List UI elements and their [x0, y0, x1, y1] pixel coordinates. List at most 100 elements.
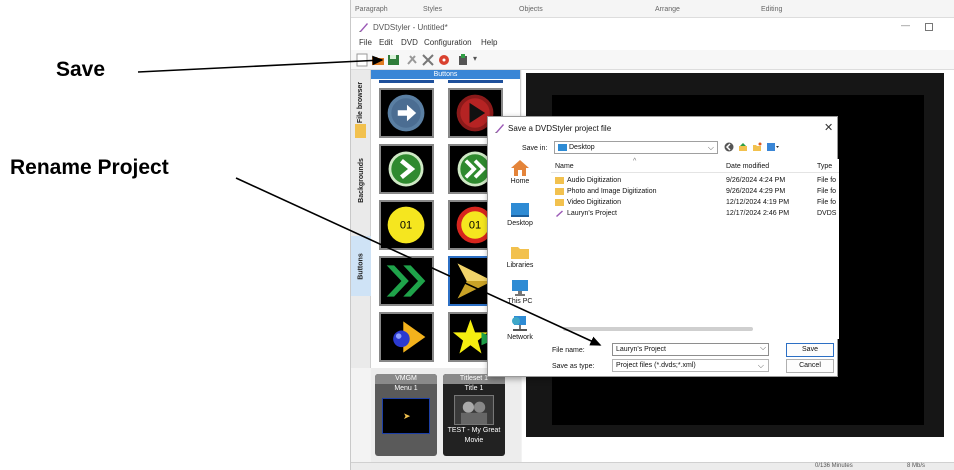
- place-this-pc[interactable]: This PC: [492, 279, 548, 305]
- status-minutes: 0/136 Minutes: [815, 463, 853, 469]
- folder-icon: [555, 199, 564, 206]
- save-in-dropdown[interactable]: Desktop ⌵: [554, 141, 718, 154]
- file-name-label: File name:: [552, 347, 585, 354]
- tab-file-browser[interactable]: File browser: [351, 72, 371, 132]
- settings-icon[interactable]: [405, 53, 419, 67]
- titleset-card[interactable]: Titleset 1 Title 1 TEST - My Great Movie: [443, 374, 505, 456]
- desktop-icon: [511, 203, 529, 217]
- file-name-input[interactable]: [612, 343, 769, 356]
- libraries-icon: [511, 247, 529, 259]
- menu1-thumbnail: ➤: [382, 398, 430, 434]
- button-thumb-01-yellow[interactable]: 01: [379, 200, 434, 250]
- status-rate: 8 Mb/s: [907, 463, 926, 469]
- add-file-dropdown-icon[interactable]: ▾: [473, 54, 477, 63]
- toolbar: ▾: [351, 50, 954, 70]
- movie-caption-line2: Movie: [464, 437, 484, 444]
- file-row[interactable]: Audio Digitization 9/26/2024 4:24 PM Fil…: [551, 176, 839, 186]
- button-thumb-double-chevron-green[interactable]: [379, 256, 434, 306]
- rename-project-callout-label: Rename Project: [10, 156, 169, 179]
- burn-icon[interactable]: [437, 53, 451, 67]
- title1-label: Title 1: [464, 385, 484, 392]
- horizontal-scrollbar[interactable]: [563, 327, 753, 331]
- view-menu-icon[interactable]: [766, 142, 780, 152]
- folder-marker-icon: [355, 124, 366, 138]
- new-project-icon[interactable]: [355, 53, 369, 67]
- close-icon[interactable]: ✕: [824, 121, 833, 134]
- desktop-folder-icon: [558, 144, 567, 151]
- save-in-label: Save in:: [522, 145, 548, 152]
- chevron-down-icon: ⌵: [707, 143, 714, 152]
- place-libraries[interactable]: Libraries: [492, 243, 548, 269]
- save-as-type-value: Project files (*.dvds;*.xml): [616, 362, 696, 369]
- chevron-down-icon[interactable]: ⌵: [760, 343, 766, 353]
- column-name[interactable]: Name: [555, 163, 574, 170]
- add-file-icon[interactable]: [457, 53, 471, 67]
- ribbon-editing: Editing: [761, 6, 783, 13]
- menu-configuration[interactable]: Configuration: [424, 38, 472, 47]
- button-thumb-arrow-blue[interactable]: [379, 88, 434, 138]
- new-folder-icon[interactable]: [752, 142, 762, 152]
- up-folder-icon[interactable]: [738, 142, 748, 152]
- folder-icon: [555, 188, 564, 195]
- dvdstyler-file-icon: [556, 210, 563, 217]
- minimize-icon[interactable]: —: [901, 20, 910, 30]
- file-row[interactable]: Video Digitization 12/12/2024 4:19 PM Fi…: [551, 198, 839, 208]
- home-icon: [511, 160, 529, 176]
- column-date[interactable]: Date modified: [726, 163, 769, 170]
- save-as-type-label: Save as type:: [552, 363, 595, 370]
- movie-photo-icon: [455, 396, 493, 424]
- button-thumb-partial-2[interactable]: [448, 80, 503, 83]
- titleset-tray: VMGM Menu 1 ➤ Titleset 1 Title 1 TEST - …: [371, 368, 521, 462]
- movie-thumbnail: [454, 395, 494, 425]
- ribbon-styles: Styles: [423, 6, 443, 13]
- ribbon-arrange: Arrange: [655, 6, 680, 13]
- background-ribbon-strip: Paragraph Styles Objects Arrange Editing: [351, 0, 954, 18]
- menu-dvd[interactable]: DVD: [401, 38, 418, 47]
- save-button[interactable]: Save: [786, 343, 834, 357]
- sort-up-icon: ^: [633, 158, 637, 165]
- save-project-icon[interactable]: [387, 53, 401, 67]
- ribbon-paragraph: Paragraph: [355, 6, 388, 13]
- file-row[interactable]: Photo and Image Digitization 9/26/2024 4…: [551, 187, 839, 197]
- dialog-title: Save a DVDStyler project file: [508, 124, 612, 133]
- button-thumb-partial[interactable]: [379, 80, 434, 83]
- save-callout-label: Save: [56, 58, 106, 81]
- place-home[interactable]: Home: [492, 159, 548, 185]
- window-title: DVDStyler - Untitled*: [373, 23, 448, 32]
- file-list: Name ^ Date modified Type Audio Digitiza…: [551, 158, 839, 339]
- svg-text:01: 01: [469, 220, 481, 232]
- place-desktop[interactable]: Desktop: [492, 201, 548, 227]
- dvdstyler-logo-icon: [359, 23, 368, 32]
- open-project-icon[interactable]: [371, 53, 385, 67]
- button-thumb-orb-arrow[interactable]: [379, 312, 434, 362]
- ribbon-objects: Objects: [519, 6, 543, 13]
- menu-file[interactable]: File: [359, 38, 372, 47]
- dvdstyler-logo-icon: [495, 124, 504, 133]
- place-network[interactable]: Network: [492, 315, 548, 341]
- back-icon[interactable]: [724, 142, 734, 152]
- movie-caption-line1: TEST - My Great: [447, 427, 501, 434]
- menu1-label: Menu 1: [394, 385, 418, 392]
- menu-help[interactable]: Help: [481, 38, 497, 47]
- file-row[interactable]: Lauryn's Project 12/17/2024 2:46 PM DVDS: [551, 209, 839, 219]
- save-arrow: [137, 55, 384, 73]
- tab-backgrounds[interactable]: Backgrounds: [351, 144, 371, 216]
- menu-edit[interactable]: Edit: [379, 38, 393, 47]
- vmgm-menu-card[interactable]: VMGM Menu 1 ➤: [375, 374, 437, 456]
- column-type[interactable]: Type: [817, 163, 832, 170]
- menu-bar: File Edit DVD Configuration Help: [351, 36, 954, 50]
- places-bar: Home Desktop Libraries This PC Network: [492, 159, 548, 341]
- title-bar: DVDStyler - Untitled* —: [351, 18, 954, 36]
- maximize-icon[interactable]: [925, 23, 933, 31]
- cancel-button[interactable]: Cancel: [786, 359, 834, 373]
- tab-buttons[interactable]: Buttons: [351, 236, 371, 296]
- tools-icon[interactable]: [421, 53, 435, 67]
- network-icon: [512, 316, 527, 331]
- svg-text:01: 01: [400, 220, 412, 232]
- button-thumb-next-green[interactable]: [379, 144, 434, 194]
- save-project-dialog: Save a DVDStyler project file ✕ Save in:…: [487, 116, 839, 377]
- folder-icon: [555, 177, 564, 184]
- chevron-down-icon: ⌵: [757, 361, 764, 370]
- side-tabs: File browser Backgrounds Buttons: [351, 70, 371, 368]
- save-as-type-dropdown[interactable]: Project files (*.dvds;*.xml) ⌵: [612, 359, 769, 372]
